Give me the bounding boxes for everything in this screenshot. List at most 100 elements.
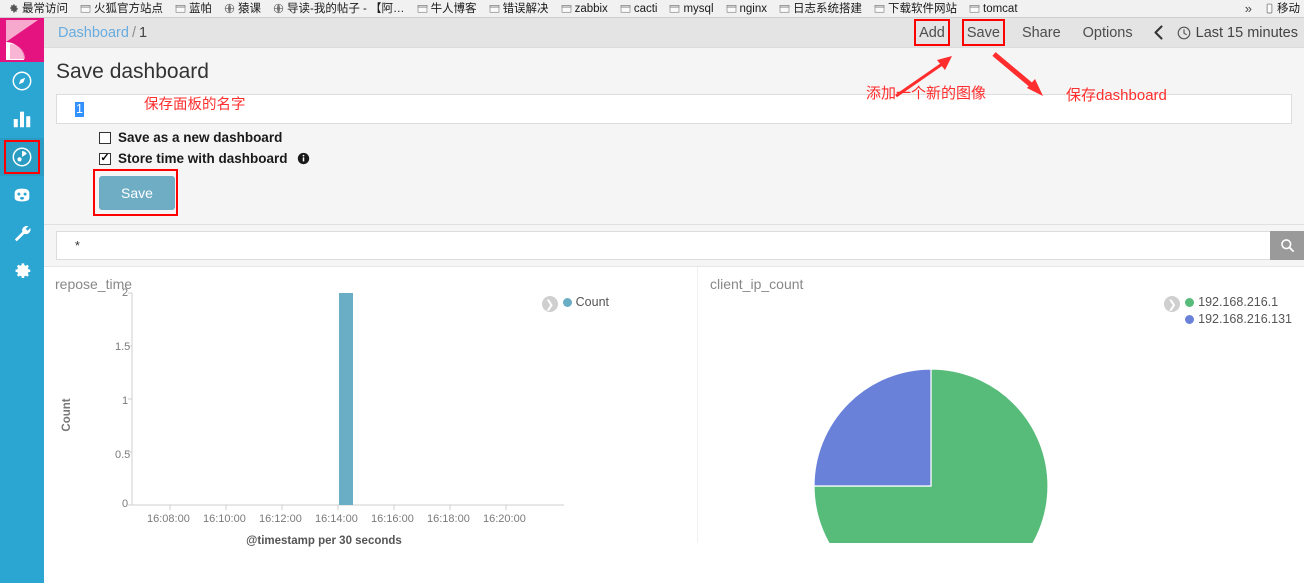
bookmark-label: 导读-我的帖子 - 【阿…: [287, 2, 405, 15]
panel-client-ip-count: client_ip_count ❯ 192.168.216.1 192.168.…: [698, 267, 1304, 543]
sidebar-item-management[interactable]: [0, 252, 44, 290]
save-as-new-dashboard-row[interactable]: Save as a new dashboard: [44, 124, 1304, 145]
sidebar-item-visualize[interactable]: [0, 100, 44, 138]
sidebar-item-devtools[interactable]: [0, 214, 44, 252]
bar-chart-area: Count 2 1.5 1 0.5 0 16:08:00 16:10:00 16…: [44, 287, 698, 547]
bookmark-label: 蓝帕: [189, 2, 212, 15]
folder-icon: [670, 5, 680, 13]
dashboard-title-field-wrap: 1: [44, 94, 1304, 124]
sidebar-item-discover[interactable]: [0, 62, 44, 100]
mobile-icon: [1266, 3, 1273, 14]
bookmark-item[interactable]: 下载软件网站: [868, 3, 963, 15]
compass-icon: [12, 71, 32, 91]
y-tick-label: 2: [122, 287, 129, 299]
pie-chart-svg[interactable]: [698, 291, 1304, 543]
bookmark-item[interactable]: 蓝帕: [169, 3, 218, 15]
bookmark-item[interactable]: cacti: [614, 3, 664, 15]
bookmark-label: nginx: [739, 2, 768, 15]
bookmark-overflow-button[interactable]: »: [1239, 1, 1258, 16]
folder-icon: [175, 5, 186, 13]
bookmark-item[interactable]: nginx: [720, 3, 774, 15]
search-icon: [1280, 239, 1294, 253]
sidebar-item-timelion[interactable]: [0, 176, 44, 214]
bar-chart-icon: [13, 111, 31, 128]
search-submit-button[interactable]: [1270, 231, 1304, 260]
bookmark-label: 最常访问: [22, 2, 68, 15]
share-button-label: Share: [1021, 24, 1061, 41]
bookmark-item[interactable]: zabbix: [555, 3, 614, 15]
options-button-label: Options: [1082, 24, 1133, 41]
bookmark-label: 移动: [1277, 2, 1300, 15]
gear-icon: [15, 263, 31, 279]
dashboard-title-value: 1: [75, 101, 84, 117]
save-topnav-highlight: [961, 19, 1005, 46]
x-tick-label: 16:18:00: [427, 513, 470, 525]
main-content: Dashboard/1 Add Save Share Options Last …: [44, 18, 1304, 583]
dashboard-topnav: Dashboard/1 Add Save Share Options Last …: [44, 18, 1304, 48]
bookmark-item[interactable]: mysql: [663, 3, 719, 15]
bookmark-label: cacti: [633, 2, 658, 15]
sidebar-item-dashboard[interactable]: [0, 138, 44, 176]
share-button[interactable]: Share: [1011, 18, 1072, 47]
search-input[interactable]: *: [56, 231, 1270, 260]
save-panel-heading: Save dashboard: [56, 60, 209, 83]
store-time-with-dashboard-label: Store time with dashboard: [118, 151, 288, 166]
gear-icon: [10, 4, 18, 13]
bookmark-item[interactable]: 错误解决: [483, 3, 555, 15]
bar-chart-svg[interactable]: [44, 291, 698, 543]
save-topnav-button[interactable]: Save: [956, 18, 1011, 47]
clock-icon: [1177, 26, 1190, 39]
save-button[interactable]: Save: [99, 176, 175, 210]
save-button-wrap: Save: [44, 166, 178, 224]
time-range-picker[interactable]: Last 15 minutes: [1173, 25, 1304, 41]
panel-repose-time: repose_time ❯ Count Count 2 1.5 1 0.5 0 …: [44, 267, 698, 547]
folder-icon: [779, 5, 790, 13]
panel-title: repose_time: [55, 276, 133, 292]
breadcrumb-current: 1: [138, 24, 148, 41]
save-as-new-dashboard-checkbox[interactable]: [99, 131, 111, 144]
bookmark-label: 猿课: [238, 2, 261, 15]
bookmark-label: zabbix: [574, 2, 608, 15]
store-time-with-dashboard-row[interactable]: ✓ Store time with dashboard: [44, 145, 1304, 166]
info-icon[interactable]: [297, 152, 310, 165]
pie-slice-192-168-216-131: [813, 368, 932, 487]
bookmark-item[interactable]: 导读-我的帖子 - 【阿…: [267, 3, 411, 15]
add-button-highlight: [914, 19, 950, 46]
bookmark-item-mobile[interactable]: 移动: [1258, 3, 1302, 15]
kibana-app: Dashboard/1 Add Save Share Options Last …: [0, 18, 1304, 583]
topnav-actions: Add Save Share Options Last 15 minutes: [908, 18, 1304, 47]
x-tick-label: 16:12:00: [259, 513, 302, 525]
folder-icon: [489, 5, 499, 13]
store-time-with-dashboard-checkbox[interactable]: ✓: [99, 152, 111, 165]
globe-icon: [224, 3, 235, 14]
bookmark-item[interactable]: 牛人博客: [411, 3, 483, 15]
save-as-new-dashboard-label: Save as a new dashboard: [118, 130, 283, 145]
chevron-left-icon: [1154, 25, 1163, 40]
x-tick-label: 16:10:00: [203, 513, 246, 525]
bookmark-label: 火狐官方站点: [94, 2, 163, 15]
bookmark-label: mysql: [683, 2, 714, 15]
breadcrumb-dashboard-link[interactable]: Dashboard: [58, 25, 129, 41]
bookmark-label: 下载软件网站: [888, 2, 957, 15]
wrench-icon: [14, 225, 31, 242]
y-axis-label: Count: [61, 398, 73, 432]
y-tick-label: 0.5: [115, 449, 131, 461]
bookmark-item[interactable]: tomcat: [963, 3, 1024, 15]
browser-bookmark-bar: 最常访问 火狐官方站点 蓝帕 猿课 导读-我的帖子 - 【阿… 牛人博客 错误解…: [0, 0, 1304, 18]
collapse-topnav-button[interactable]: [1144, 18, 1173, 47]
dashboard-title-input[interactable]: 1: [56, 94, 1292, 124]
dashboard-panels: repose_time ❯ Count Count 2 1.5 1 0.5 0 …: [44, 267, 1304, 547]
x-tick-label: 16:16:00: [371, 513, 414, 525]
kibana-logo[interactable]: [0, 18, 44, 62]
options-button[interactable]: Options: [1072, 18, 1144, 47]
bookmark-item[interactable]: 火狐官方站点: [74, 3, 169, 15]
bookmark-label: 错误解决: [502, 2, 549, 15]
dashboard-icon: [12, 147, 32, 167]
bookmark-label: 日志系统搭建: [793, 2, 862, 15]
bookmark-item[interactable]: 最常访问: [2, 3, 74, 15]
bookmark-label: 牛人博客: [430, 2, 477, 15]
bookmark-item[interactable]: 日志系统搭建: [773, 3, 868, 15]
bookmark-item[interactable]: 猿课: [218, 3, 267, 15]
add-button[interactable]: Add: [908, 18, 956, 47]
y-tick-label: 1: [122, 395, 129, 407]
